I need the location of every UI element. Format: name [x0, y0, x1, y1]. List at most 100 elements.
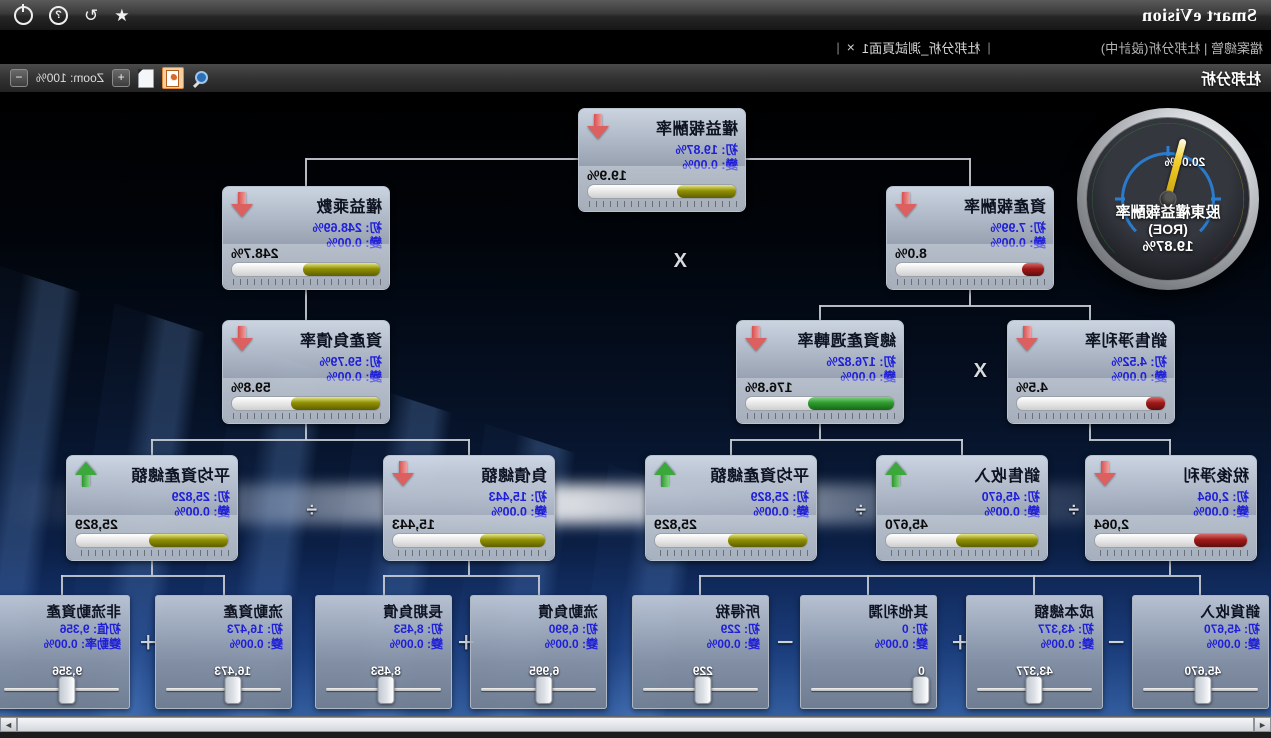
ruler-ticks: [231, 413, 381, 419]
zoom-out-button[interactable]: −: [10, 69, 28, 87]
slider-node-current-liabilities[interactable]: 流動負債 初: 6,990 變: 0.00% 6,995: [470, 595, 607, 709]
progress-bar: [231, 262, 381, 277]
horizontal-scrollbar[interactable]: ◄ ►: [0, 716, 1271, 732]
slider-handle[interactable]: [377, 676, 394, 704]
slider-node-sales[interactable]: 銷貨收入 初: 45,670 變: 0.00% 45,670: [1132, 595, 1269, 709]
value-slider[interactable]: 16,473: [166, 664, 281, 698]
value-slider[interactable]: 43,377: [977, 664, 1092, 698]
init-value: 初: 25,829: [74, 490, 230, 505]
value-slider[interactable]: 45,670: [1143, 664, 1258, 698]
refresh-icon[interactable]: ↻: [84, 7, 98, 24]
node-total-liabilities[interactable]: 負債總額 初: 15,443 變: 0.00% 15,443: [383, 455, 555, 561]
value-slider[interactable]: 229: [643, 664, 758, 698]
slider-handle[interactable]: [1026, 676, 1043, 704]
bar-section: 8.0%: [887, 244, 1053, 289]
node-title: 所得稅: [641, 601, 760, 622]
trend-arrow-icon: [1015, 325, 1039, 353]
connector-line: [731, 439, 963, 441]
progress-bar: [1094, 533, 1248, 548]
slider-node-income-tax[interactable]: 所得稅 初: 229 變: 0.00% 229: [632, 595, 769, 709]
progress-fill: [149, 534, 228, 547]
tab-separator: |: [987, 40, 990, 55]
divide-operator: ÷: [856, 500, 866, 522]
node-asset-turnover[interactable]: 總資產週轉率 初: 176.82% 變: 0.00% 176.8%: [736, 320, 904, 424]
node-title: 其他利潤: [809, 601, 928, 622]
value-slider[interactable]: 0: [811, 664, 926, 698]
ruler-ticks: [1016, 413, 1166, 419]
connector-line: [151, 439, 470, 441]
zoom-in-button[interactable]: +: [112, 69, 130, 87]
init-value: 初: 15,443: [391, 490, 547, 505]
page-icon[interactable]: [138, 69, 154, 88]
star-icon[interactable]: ★: [114, 7, 129, 24]
slider-node-current-assets[interactable]: 流動資產 初: 16,473 變: 0.00% 16,473: [155, 595, 292, 709]
slider-handle[interactable]: [1194, 676, 1211, 704]
node-title: 平均資產總額: [131, 462, 230, 486]
active-tab: | 杜邦分析_測試頁面1 × |: [836, 38, 990, 57]
progress-fill: [728, 534, 807, 547]
connector-line: [468, 439, 470, 455]
value-slider[interactable]: 8,453: [326, 664, 441, 698]
ruler-ticks: [392, 550, 546, 556]
progress-bar: [75, 533, 229, 548]
app-window: Smart eVision ★ ↻ ? 檔案總管 | 杜邦分析(設計中) | 杜…: [0, 0, 1271, 738]
trend-arrow-icon: [894, 191, 918, 219]
slider-handle[interactable]: [59, 676, 76, 704]
slider-handle[interactable]: [694, 676, 711, 704]
node-title: 資產負債率: [299, 327, 382, 351]
tab-separator: |: [836, 40, 839, 55]
progress-fill: [303, 263, 380, 276]
value-slider[interactable]: 6,995: [481, 664, 596, 698]
help-icon[interactable]: ?: [49, 6, 68, 25]
dupont-canvas: X X ÷ ÷ ÷ − + − + + 20.00% 股東權益報酬率 (ROE): [0, 92, 1271, 716]
connector-line: [468, 561, 470, 575]
node-sales-revenue[interactable]: 銷售收入 初: 45,670 變: 0.00% 45,670: [876, 455, 1048, 561]
node-debt-ratio[interactable]: 資產負債率 初: 59.79% 變: 0.00% 59.8%: [222, 320, 390, 424]
system-icons: ★ ↻ ?: [14, 6, 130, 25]
slider-handle[interactable]: [913, 676, 930, 704]
power-icon[interactable]: [14, 6, 33, 25]
trend-arrow-icon: [586, 113, 610, 141]
node-avg-total-assets-2[interactable]: 平均資產總額 初: 25,829 變: 0.00% 25,829: [66, 455, 238, 561]
trend-arrow-icon: [391, 460, 415, 488]
report-icon[interactable]: [162, 67, 184, 89]
trend-arrow-icon: [74, 460, 98, 488]
init-value: 初: 25,829: [653, 490, 809, 505]
change-value: 變: 0.00%: [809, 637, 928, 652]
node-equity-multiplier[interactable]: 權益乘數 初: 248.69% 變: 0.00% 248.7%: [222, 186, 390, 290]
breadcrumb[interactable]: 檔案總管 | 杜邦分析(設計中): [1101, 38, 1263, 57]
node-title: 流動資產: [164, 601, 283, 622]
slider-handle[interactable]: [536, 676, 553, 704]
tab-label[interactable]: 杜邦分析_測試頁面1: [862, 38, 980, 57]
gauge-face: 20.00% 股東權益報酬率 (ROE) 19.87%: [1086, 117, 1250, 281]
node-roa[interactable]: 資產報酬率 初: 7.99% 變: 0.00% 8.0%: [886, 186, 1054, 290]
node-title: 權益報酬率: [655, 115, 738, 139]
slider-node-other-profit[interactable]: 其他利潤 初: 0 變: 0.00% 0: [800, 595, 937, 709]
close-icon[interactable]: ×: [847, 39, 855, 55]
bar-section: 15,443: [384, 515, 554, 560]
magnifier-icon[interactable]: [192, 69, 210, 87]
node-net-income[interactable]: 稅後淨利 初: 2,064 變: 0.00% 2,064: [1085, 455, 1257, 561]
node-net-profit-margin[interactable]: 銷售淨利率 初: 4.52% 變: 0.00% 4.5%: [1007, 320, 1175, 424]
progress-fill: [956, 534, 1038, 547]
node-avg-total-assets[interactable]: 平均資產總額 初: 25,829 變: 0.00% 25,829: [645, 455, 817, 561]
slider-handle[interactable]: [224, 676, 241, 704]
node-title: 銷售淨利率: [1084, 327, 1167, 351]
ruler-ticks: [654, 550, 808, 556]
scrollbar-thumb[interactable]: [17, 717, 1254, 732]
slider-node-noncurrent-assets[interactable]: 非流動資產 初值: 9,356 變動率: 0.00% 9,356: [0, 595, 130, 709]
scroll-left-icon[interactable]: ◄: [1254, 717, 1271, 732]
bar-section: 4.5%: [1008, 378, 1174, 423]
slider-node-total-cost[interactable]: 成本總額 初: 43,377 變: 0.00% 43,377: [966, 595, 1103, 709]
change-value: 變: 0.00%: [479, 637, 598, 652]
progress-bar: [654, 533, 808, 548]
init-value: 初: 8,453: [324, 622, 443, 637]
value-slider[interactable]: 9,356: [4, 664, 119, 698]
node-title: 總資產週轉率: [797, 327, 896, 351]
init-value: 初: 229: [641, 622, 760, 637]
slider-node-longterm-liabilities[interactable]: 長期負債 初: 8,453 變: 0.00% 8,453: [315, 595, 452, 709]
minus-operator: −: [1107, 626, 1125, 660]
slider-track[interactable]: [811, 688, 926, 691]
node-roe[interactable]: 權益報酬率 初: 19.87% 變: 0.00% 19.9%: [578, 108, 746, 212]
scroll-right-icon[interactable]: ►: [0, 717, 17, 732]
